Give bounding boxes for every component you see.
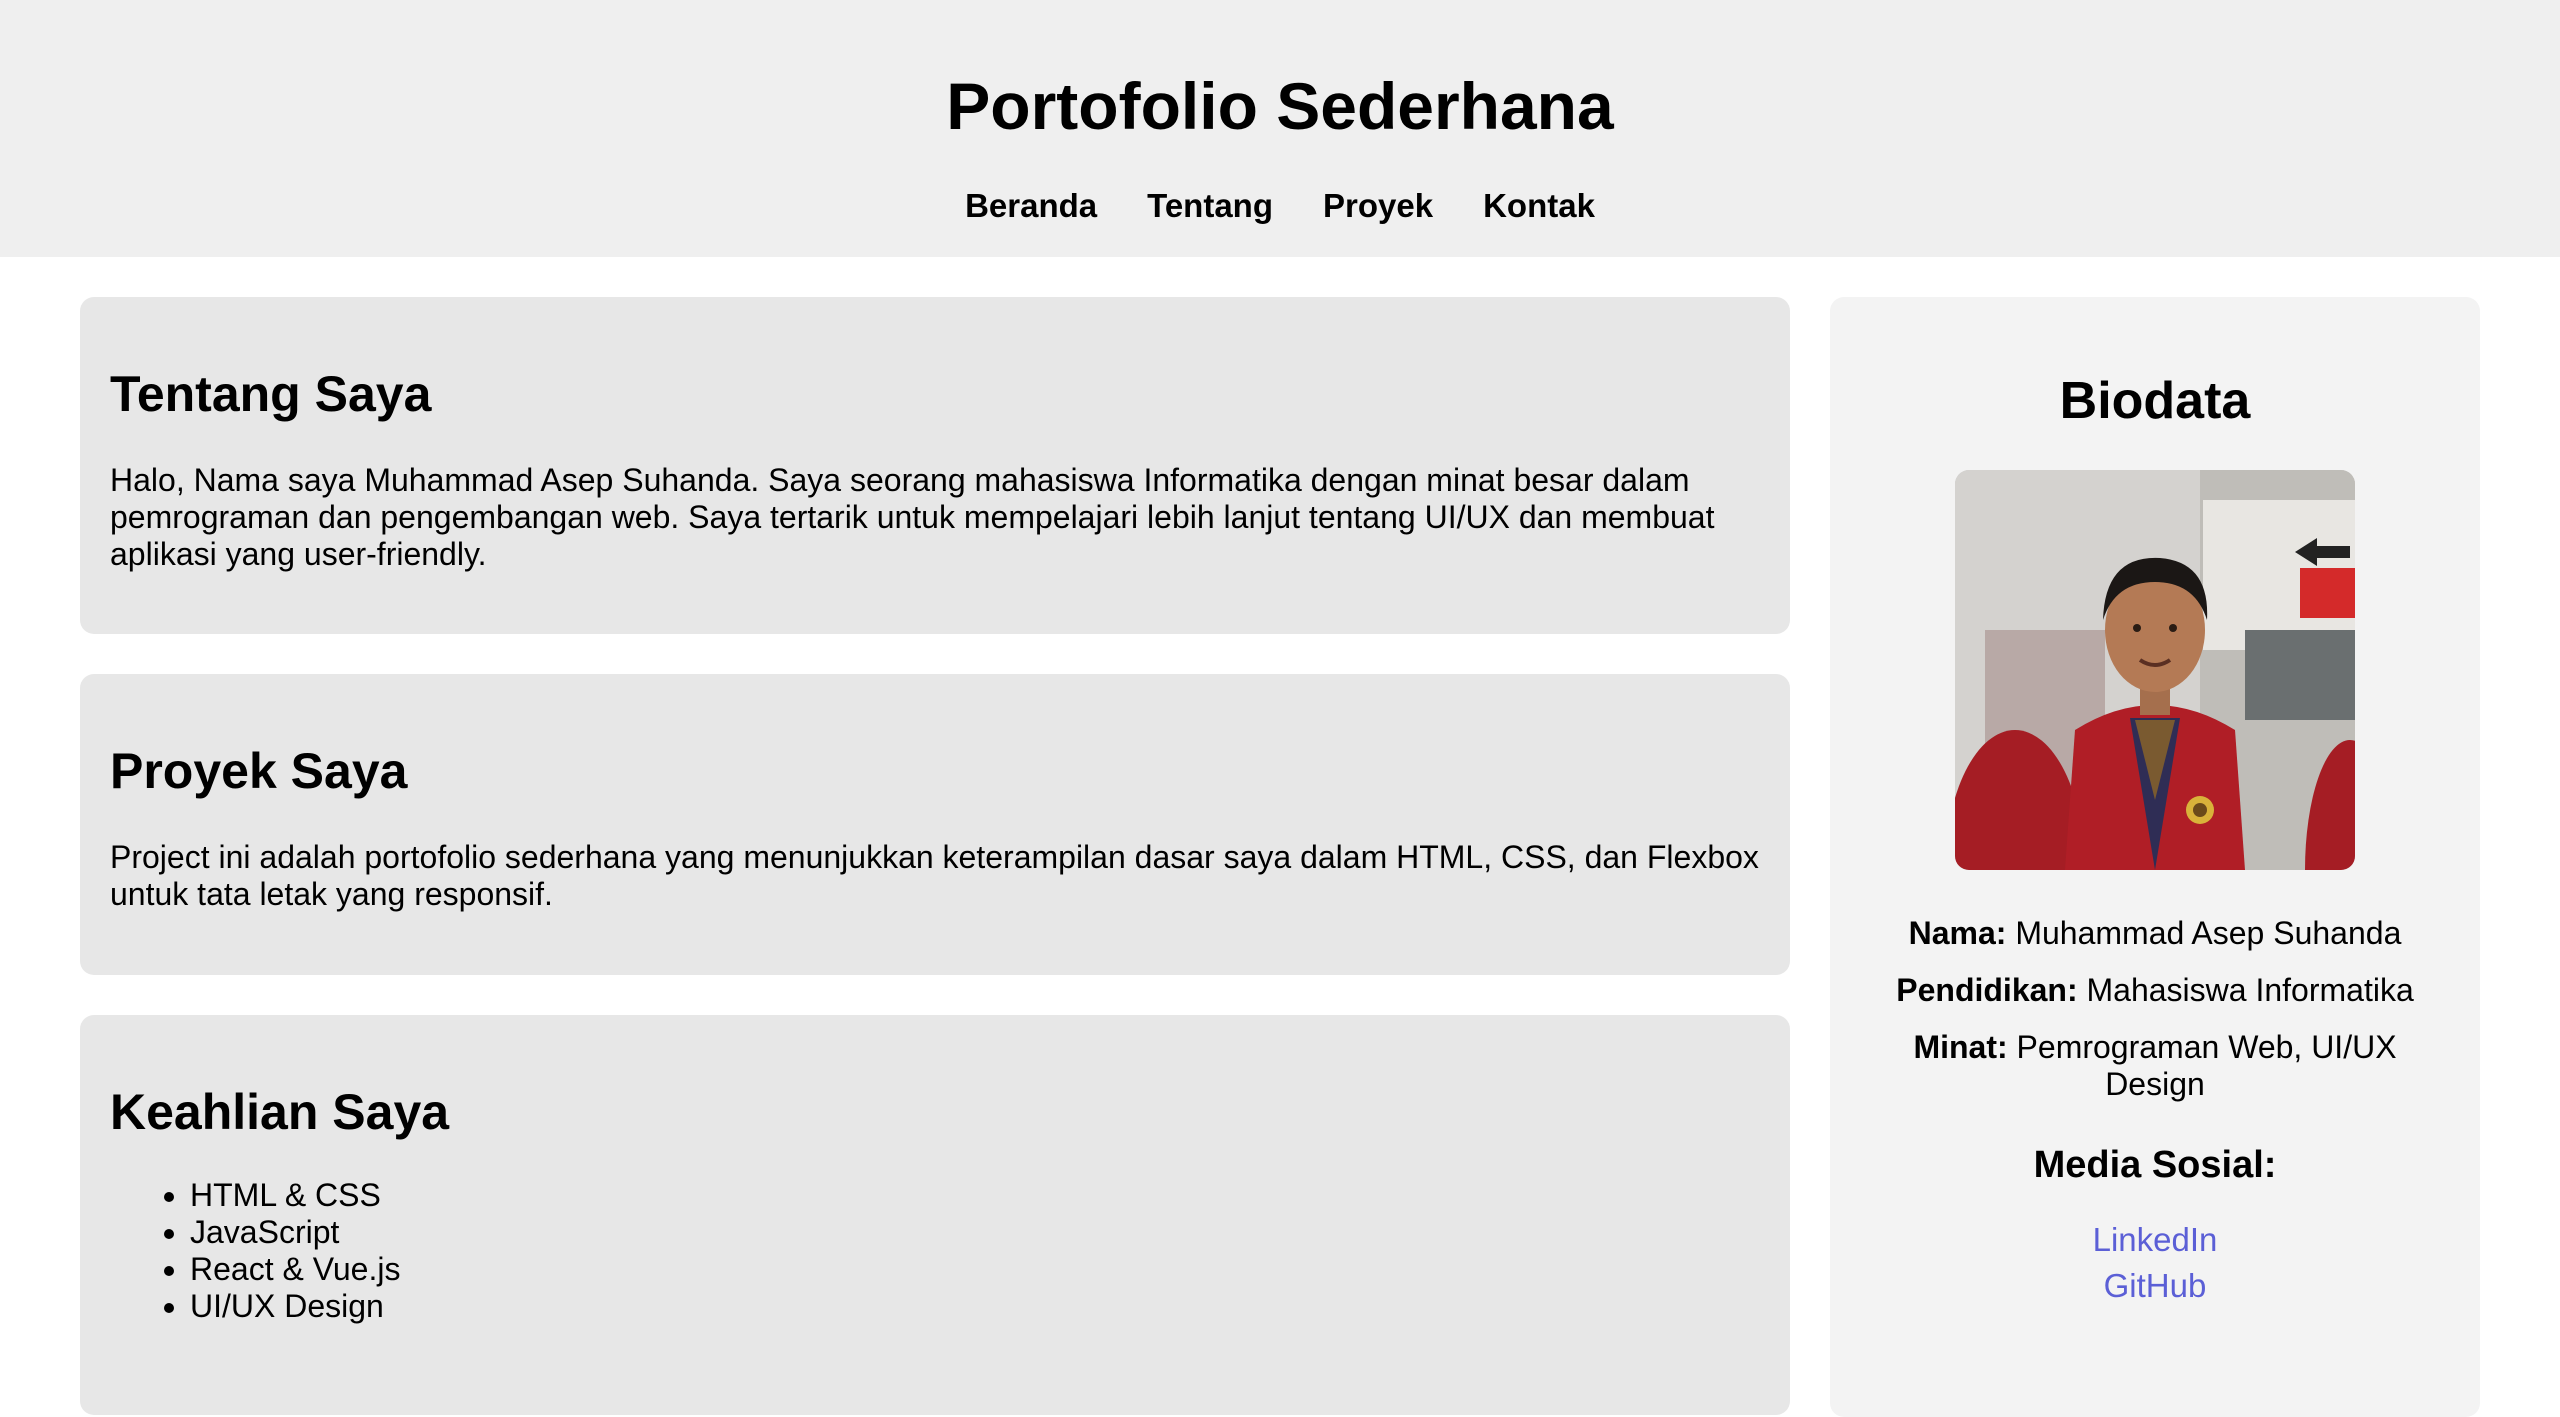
bio-interest-label: Minat: bbox=[1913, 1029, 2008, 1065]
nav-link-kontak[interactable]: Kontak bbox=[1483, 184, 1595, 228]
profile-photo-illustration bbox=[1955, 470, 2355, 870]
social-title: Media Sosial: bbox=[2033, 1144, 2277, 1186]
skill-item: HTML & CSS bbox=[190, 1177, 400, 1214]
bio-education-value: Mahasiswa Informatika bbox=[2077, 972, 2414, 1008]
skills-title: Keahlian Saya bbox=[110, 1084, 450, 1140]
bio-education-label: Pendidikan: bbox=[1896, 972, 2078, 1008]
skill-item: React & Vue.js bbox=[190, 1251, 400, 1288]
bio-education: Pendidikan: Mahasiswa Informatika bbox=[1880, 972, 2430, 1009]
biodata-title: Biodata bbox=[2059, 372, 2251, 430]
projects-title: Proyek Saya bbox=[110, 743, 408, 799]
main-nav: Beranda Tentang Proyek Kontak bbox=[0, 184, 2560, 228]
bio-name-label: Nama: bbox=[1908, 915, 2007, 951]
biodata-sidebar: Biodata Nama: Muhammad Asep Suhanda Pend… bbox=[1830, 297, 2480, 1417]
site-title: Portofolio Sederhana bbox=[946, 69, 1614, 143]
github-link[interactable]: GitHub bbox=[1830, 1266, 2480, 1306]
nav-link-tentang[interactable]: Tentang bbox=[1147, 184, 1273, 228]
skill-item: UI/UX Design bbox=[190, 1288, 400, 1325]
skills-section: Keahlian Saya HTML & CSS JavaScript Reac… bbox=[80, 1015, 1790, 1415]
about-section: Tentang Saya Halo, Nama saya Muhammad As… bbox=[80, 297, 1790, 634]
nav-link-proyek[interactable]: Proyek bbox=[1323, 184, 1433, 228]
skills-list: HTML & CSS JavaScript React & Vue.js UI/… bbox=[190, 1177, 400, 1325]
bio-name: Nama: Muhammad Asep Suhanda bbox=[1880, 915, 2430, 952]
skill-item: JavaScript bbox=[190, 1214, 400, 1251]
about-text: Halo, Nama saya Muhammad Asep Suhanda. S… bbox=[110, 462, 1715, 572]
about-title: Tentang Saya bbox=[110, 366, 432, 422]
profile-photo bbox=[1955, 470, 2355, 870]
bio-name-value: Muhammad Asep Suhanda bbox=[2006, 915, 2402, 951]
site-header: Portofolio Sederhana Beranda Tentang Pro… bbox=[0, 0, 2560, 257]
bio-interest-value: Pemrograman Web, UI/UX Design bbox=[2007, 1029, 2397, 1102]
projects-text: Project ini adalah portofolio sederhana … bbox=[110, 839, 1759, 912]
projects-section: Proyek Saya Project ini adalah portofoli… bbox=[80, 674, 1790, 975]
linkedin-link[interactable]: LinkedIn bbox=[1830, 1220, 2480, 1260]
nav-link-beranda[interactable]: Beranda bbox=[965, 184, 1097, 228]
bio-interest: Minat: Pemrograman Web, UI/UX Design bbox=[1900, 1029, 2410, 1103]
